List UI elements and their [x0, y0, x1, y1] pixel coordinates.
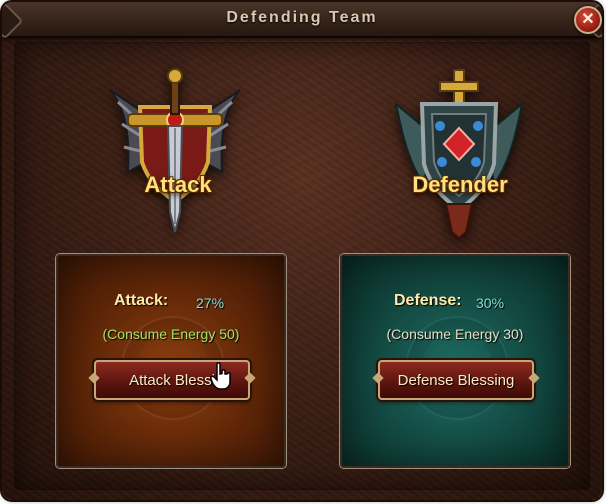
defense-energy-cost: (Consume Energy 30): [386, 326, 524, 342]
sword-shield-emblem-icon: [109, 68, 241, 233]
attack-stat-value: 27%: [196, 295, 225, 311]
attack-blessing-panel: Attack: 27% (Consume Energy 50) Attack B…: [56, 254, 286, 468]
attack-stat-label: Attack:: [114, 292, 169, 309]
dialog-title: Defending Team: [226, 9, 378, 26]
defense-blessing-button-label: Defense Blessing: [397, 371, 515, 389]
attack-emblem-label: Attack: [144, 172, 212, 197]
defense-stat-label: Defense:: [394, 292, 462, 309]
cross-shield-emblem-icon: [394, 69, 524, 239]
defense-blessing-panel: Defense: 30% (Consume Energy 30) Defense…: [340, 254, 570, 468]
close-icon[interactable]: ✕: [574, 6, 602, 34]
defender-emblem-label: Defender: [412, 172, 508, 197]
title-bar: Defending Team: [2, 2, 602, 38]
defense-blessing-button[interactable]: Defense Blessing: [378, 360, 534, 400]
hand-pointer-icon: [210, 362, 231, 390]
defending-team-dialog: Defending Team Attack Defender Attack: 2…: [2, 2, 602, 500]
attack-blessing-button-label: Attack Blessi: [129, 371, 215, 389]
attack-energy-cost: (Consume Energy 50): [102, 326, 240, 342]
defense-stat-value: 30%: [476, 295, 505, 311]
